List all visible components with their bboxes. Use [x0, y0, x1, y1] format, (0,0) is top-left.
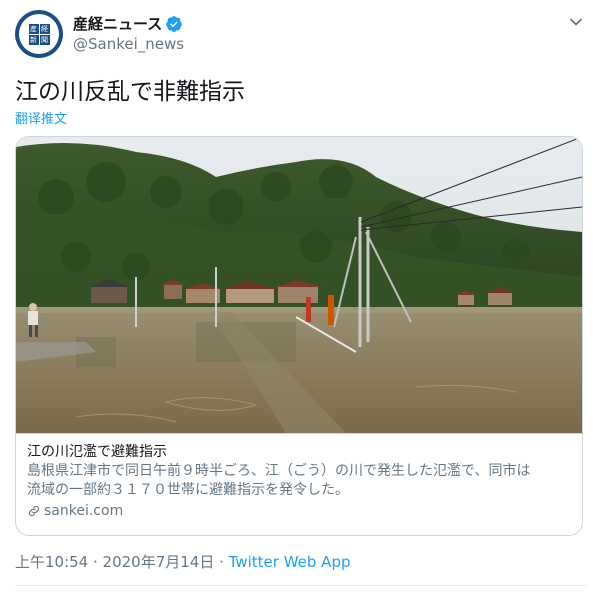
card-description-line-1: 島根県江津市で同日午前９時半ごろ、江（ごう）の川で発生した氾濫で、同市は [27, 463, 531, 479]
tweet-meta: 上午10:54 · 2020年7月14日 · Twitter Web App [15, 551, 351, 572]
card-title: 江の川氾濫で避難指示 [27, 444, 167, 460]
card-domain: sankei.com [27, 503, 571, 519]
author-name-row[interactable]: 産経ニュース [73, 13, 183, 34]
translate-tweet-link[interactable]: 翻译推文 [15, 108, 67, 127]
avatar[interactable]: 産 経 新 聞 [15, 10, 63, 58]
card-body[interactable]: 江の川氾濫で避難指示 島根県江津市で同日午前９時半ごろ、江（ごう）の川で発生した… [16, 433, 582, 535]
link-icon [28, 505, 40, 517]
link-card[interactable]: 江の川氾濫で避難指示 島根県江津市で同日午前９時半ごろ、江（ごう）の川で発生した… [15, 136, 583, 536]
display-name[interactable]: 産経ニュース [73, 13, 162, 34]
chevron-down-icon[interactable] [568, 14, 584, 30]
tweet-source-link[interactable]: Twitter Web App [229, 553, 351, 571]
tweet-text: 江の川反乱で非難指示 [15, 79, 245, 105]
card-description: 島根県江津市で同日午前９時半ごろ、江（ごう）の川で発生した氾濫で、同市は 流域の… [27, 462, 571, 500]
card-domain-text: sankei.com [44, 503, 124, 519]
tweet-time[interactable]: 上午10:54 [15, 553, 88, 571]
card-image[interactable] [16, 137, 582, 433]
sankei-logo-icon: 産 経 新 聞 [28, 23, 50, 45]
divider [15, 585, 587, 586]
tweet-date[interactable]: 2020年7月14日 [103, 553, 215, 571]
verified-badge-icon [166, 15, 183, 32]
card-description-line-2: 流域の一部約３１７０世帯に避難指示を発令した。 [27, 482, 349, 498]
meta-separator: · [214, 553, 229, 571]
author-handle[interactable]: @Sankei_news [73, 35, 184, 53]
meta-separator: · [88, 553, 103, 571]
